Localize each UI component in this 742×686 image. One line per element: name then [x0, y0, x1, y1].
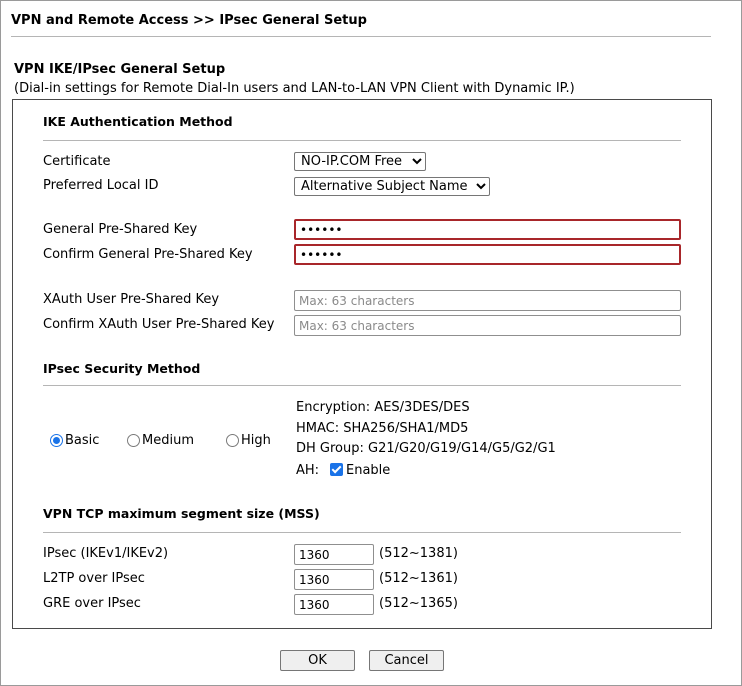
section-subtitle: (Dial-in settings for Remote Dial-In use… — [14, 81, 575, 96]
ah-enable-checkbox[interactable] — [330, 463, 343, 476]
radio-basic-label: Basic — [65, 433, 100, 448]
general-psk-input[interactable] — [294, 219, 681, 240]
mss-gre-input[interactable] — [294, 594, 374, 615]
radio-medium-indicator[interactable] — [127, 434, 140, 447]
section-title: VPN IKE/IPsec General Setup — [14, 62, 226, 77]
ike-auth-heading: IKE Authentication Method — [43, 114, 233, 129]
mss-l2tp-label: L2TP over IPsec — [43, 571, 145, 586]
mss-l2tp-input[interactable] — [294, 569, 374, 590]
mss-gre-label: GRE over IPsec — [43, 596, 141, 611]
radio-high-indicator[interactable] — [226, 434, 239, 447]
mss-ipsec-input[interactable] — [294, 544, 374, 565]
xauth-psk-label: XAuth User Pre-Shared Key — [43, 292, 220, 307]
radio-basic-indicator[interactable] — [50, 434, 63, 447]
confirm-xauth-psk-label: Confirm XAuth User Pre-Shared Key — [43, 317, 275, 332]
confirm-xauth-psk-input[interactable] — [294, 315, 681, 336]
mss-divider — [43, 532, 681, 533]
radio-medium-label: Medium — [142, 433, 194, 448]
confirm-general-psk-label: Confirm General Pre-Shared Key — [43, 247, 253, 262]
ipsec-security-divider — [43, 385, 681, 386]
hmac-text: HMAC: SHA256/SHA1/MD5 — [296, 421, 469, 436]
ok-button[interactable]: OK — [280, 650, 355, 671]
radio-medium[interactable]: Medium — [127, 433, 194, 448]
radio-high-label: High — [241, 433, 271, 448]
ah-label: AH: — [296, 463, 320, 478]
ike-auth-divider — [43, 140, 681, 141]
mss-ipsec-label: IPsec (IKEv1/IKEv2) — [43, 546, 169, 561]
general-psk-label: General Pre-Shared Key — [43, 222, 198, 237]
confirm-general-psk-input[interactable] — [294, 244, 681, 265]
dh-group-text: DH Group: G21/G20/G19/G14/G5/G2/G1 — [296, 441, 556, 456]
radio-basic[interactable]: Basic — [50, 433, 99, 448]
page-frame: VPN and Remote Access >> IPsec General S… — [0, 0, 742, 686]
mss-gre-range: (512~1365) — [379, 596, 458, 611]
mss-ipsec-range: (512~1381) — [379, 546, 458, 561]
title-divider — [11, 36, 711, 37]
radio-high[interactable]: High — [226, 433, 271, 448]
ah-enable-label: Enable — [346, 463, 391, 478]
page-title: VPN and Remote Access >> IPsec General S… — [11, 13, 367, 28]
mss-l2tp-range: (512~1361) — [379, 571, 458, 586]
certificate-select[interactable]: NO-IP.COM Free — [294, 152, 426, 171]
preferred-local-id-select[interactable]: Alternative Subject Name — [294, 177, 490, 196]
mss-heading: VPN TCP maximum segment size (MSS) — [43, 506, 320, 521]
certificate-label: Certificate — [43, 154, 111, 169]
preferred-local-id-label: Preferred Local ID — [43, 178, 159, 193]
xauth-psk-input[interactable] — [294, 290, 681, 311]
cancel-button[interactable]: Cancel — [369, 650, 444, 671]
encryption-text: Encryption: AES/3DES/DES — [296, 400, 470, 415]
ipsec-security-heading: IPsec Security Method — [43, 361, 201, 376]
